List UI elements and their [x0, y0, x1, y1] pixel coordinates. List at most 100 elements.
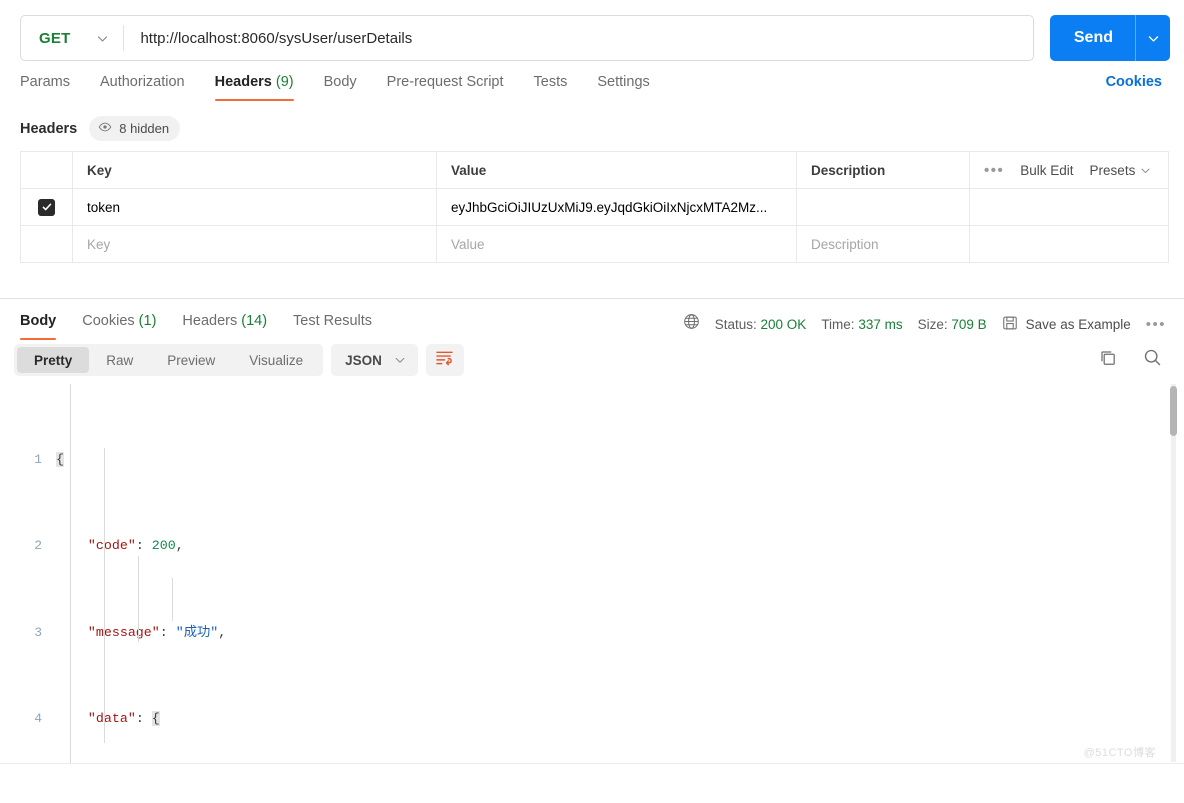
wrap-text-button[interactable]	[425, 344, 464, 376]
view-pretty[interactable]: Pretty	[17, 347, 90, 373]
tab-label: Tests	[533, 74, 568, 90]
line-number: 2	[34, 538, 42, 554]
select-all-cell	[20, 151, 73, 189]
url-input[interactable]: http://localhost:8060/sysUser/userDetail…	[124, 30, 1032, 47]
response-tab-test-results[interactable]: Test Results	[293, 313, 372, 340]
row-checkbox-checked[interactable]	[38, 198, 55, 216]
headers-title: Headers	[20, 120, 78, 137]
tab-label: Test Results	[293, 313, 373, 329]
divider	[0, 763, 1184, 764]
globe-icon	[683, 313, 700, 335]
view-preview[interactable]: Preview	[150, 347, 232, 373]
tab-label: Params	[20, 74, 70, 90]
response-tab-body[interactable]: Body	[20, 313, 57, 340]
table-header-row: Key Value Description ••• Bulk Edit Pres…	[20, 151, 1169, 189]
chevron-down-icon	[1140, 165, 1151, 176]
send-button[interactable]: Send	[1050, 15, 1135, 61]
indent-guide	[172, 578, 173, 621]
indent-guide	[138, 556, 139, 642]
table-actions-cell: ••• Bulk Edit Presets	[969, 151, 1169, 189]
bulk-edit-button[interactable]: Bulk Edit	[1020, 163, 1073, 178]
headers-table-wrap: Key Value Description ••• Bulk Edit Pres…	[0, 151, 1184, 263]
tab-params[interactable]: Params	[20, 74, 70, 101]
row-checkbox-cell[interactable]	[20, 188, 73, 226]
send-options-caret-icon[interactable]	[1136, 15, 1170, 61]
time-label: Time:	[821, 316, 855, 332]
tab-body[interactable]: Body	[324, 74, 357, 101]
row-checkbox-cell[interactable]	[20, 225, 73, 263]
header-key-cell[interactable]: token	[72, 188, 437, 226]
response-tab-cookies[interactable]: Cookies (1)	[82, 313, 156, 340]
column-header-description: Description	[796, 151, 970, 189]
save-icon	[1002, 315, 1018, 334]
response-body-toolbar: Pretty Raw Preview Visualize JSON	[0, 340, 1184, 376]
chevron-down-icon	[96, 32, 109, 45]
request-tabs-bar: Params Authorization Headers (9) Body Pr…	[0, 62, 1184, 102]
eye-icon	[98, 120, 112, 137]
tab-tests[interactable]: Tests	[534, 74, 568, 101]
header-value-cell[interactable]: eyJhbGciOiJIUzUxMiJ9.eyJqdGkiOiIxNjcxMTA…	[436, 188, 797, 226]
http-method-selector[interactable]: GET	[21, 16, 123, 60]
presets-label: Presets	[1089, 162, 1136, 178]
tab-label: Settings	[597, 74, 650, 90]
tab-label: Body	[20, 313, 57, 329]
http-method-label: GET	[39, 29, 71, 47]
url-input-group: GET http://localhost:8060/sysUser/userDe…	[20, 15, 1034, 61]
vertical-scrollbar-thumb[interactable]	[1170, 386, 1177, 436]
send-button-group: Send	[1049, 15, 1170, 61]
response-body-viewer[interactable]: 1 { 2 "code": 200, 3 "message": "成功", 4 …	[0, 384, 1184, 764]
new-value-input[interactable]: Value	[436, 225, 797, 263]
header-row-actions-cell	[969, 188, 1169, 226]
column-header-key: Key	[72, 151, 437, 189]
hidden-headers-toggle[interactable]: 8 hidden	[89, 116, 181, 141]
code-line: 1 {	[0, 449, 1184, 471]
indent-guide	[70, 384, 71, 764]
code-line: 3 "message": "成功",	[0, 622, 1184, 644]
tab-label: Cookies	[82, 313, 135, 329]
tab-count: (9)	[275, 74, 294, 90]
status-badge: Status: 200 OK	[715, 317, 807, 332]
code-line: 4 "data": {	[0, 708, 1184, 730]
tab-label: Body	[323, 74, 357, 90]
line-content: {	[56, 451, 64, 467]
response-tab-headers[interactable]: Headers (14)	[182, 313, 267, 340]
tab-authorization[interactable]: Authorization	[100, 74, 185, 101]
tab-pre-request-script[interactable]: Pre-request Script	[387, 74, 504, 101]
status-value: 200 OK	[760, 316, 807, 332]
table-row: token eyJhbGciOiJIUzUxMiJ9.eyJqdGkiOiIxN…	[20, 188, 1169, 226]
view-controls: Pretty Raw Preview Visualize JSON	[14, 344, 464, 376]
tab-label: Authorization	[99, 74, 185, 90]
hidden-headers-count: 8 hidden	[119, 121, 170, 136]
header-description-cell[interactable]	[796, 188, 970, 226]
request-tabs: Params Authorization Headers (9) Body Pr…	[20, 74, 650, 101]
view-raw[interactable]: Raw	[89, 347, 150, 373]
cookies-link[interactable]: Cookies	[1106, 74, 1162, 90]
code-line: 2 "code": 200,	[0, 535, 1184, 557]
presets-button[interactable]: Presets	[1090, 163, 1152, 178]
time-badge: Time: 337 ms	[821, 317, 902, 332]
line-number: 3	[34, 624, 42, 640]
new-description-input[interactable]: Description	[796, 225, 970, 263]
save-as-example-button[interactable]: Save as Example	[1002, 315, 1131, 334]
header-row-actions-cell	[969, 225, 1169, 263]
ellipsis-icon[interactable]: •••	[984, 163, 1004, 178]
save-as-example-label: Save as Example	[1025, 316, 1131, 332]
tab-headers[interactable]: Headers (9)	[214, 74, 294, 101]
search-icon[interactable]	[1143, 348, 1162, 372]
status-label: Status:	[714, 316, 757, 332]
view-visualize[interactable]: Visualize	[232, 347, 320, 373]
copy-icon[interactable]	[1099, 349, 1117, 372]
indent-guide	[104, 448, 105, 743]
tab-label: Pre-request Script	[386, 74, 504, 90]
wrap-text-icon	[435, 349, 454, 371]
format-selector[interactable]: JSON	[331, 344, 418, 376]
headers-section-head: Headers 8 hidden	[0, 102, 1184, 151]
tab-settings[interactable]: Settings	[597, 74, 649, 101]
line-content: "data": {	[87, 710, 160, 726]
vertical-scrollbar-track[interactable]	[1171, 384, 1176, 762]
response-more-ellipsis-icon[interactable]: •••	[1146, 316, 1166, 333]
line-number: 1	[34, 451, 42, 467]
watermark: @51CTO博客	[1083, 747, 1156, 759]
new-key-input[interactable]: Key	[72, 225, 437, 263]
tab-count: (14)	[241, 313, 268, 329]
